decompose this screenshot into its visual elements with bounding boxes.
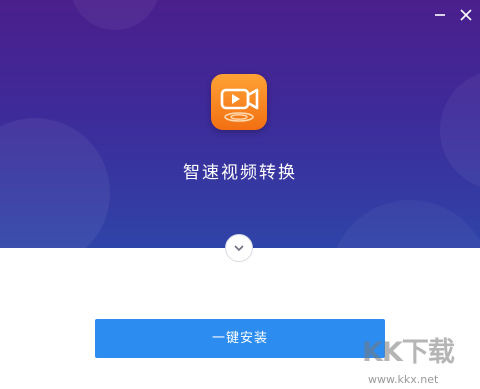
decor-circle — [70, 0, 160, 30]
video-camera-icon — [220, 88, 259, 122]
watermark-url: www.kkx.net — [368, 373, 439, 386]
header-banner: 智速视频转换 — [0, 0, 480, 248]
decor-circle — [0, 118, 110, 248]
minimize-button[interactable] — [431, 6, 449, 24]
decor-circle — [330, 200, 480, 248]
chevron-down-icon — [234, 245, 244, 252]
close-button[interactable] — [457, 6, 475, 24]
app-logo — [211, 74, 267, 130]
watermark: KK下载 www.kkx.net — [362, 330, 480, 389]
app-title: 智速视频转换 — [183, 163, 297, 183]
install-button[interactable]: 一键安装 — [95, 319, 385, 358]
close-icon — [460, 9, 472, 21]
watermark-logo: KK下载 — [362, 337, 455, 368]
expand-options-button[interactable] — [225, 234, 253, 262]
minimize-icon — [435, 14, 445, 16]
